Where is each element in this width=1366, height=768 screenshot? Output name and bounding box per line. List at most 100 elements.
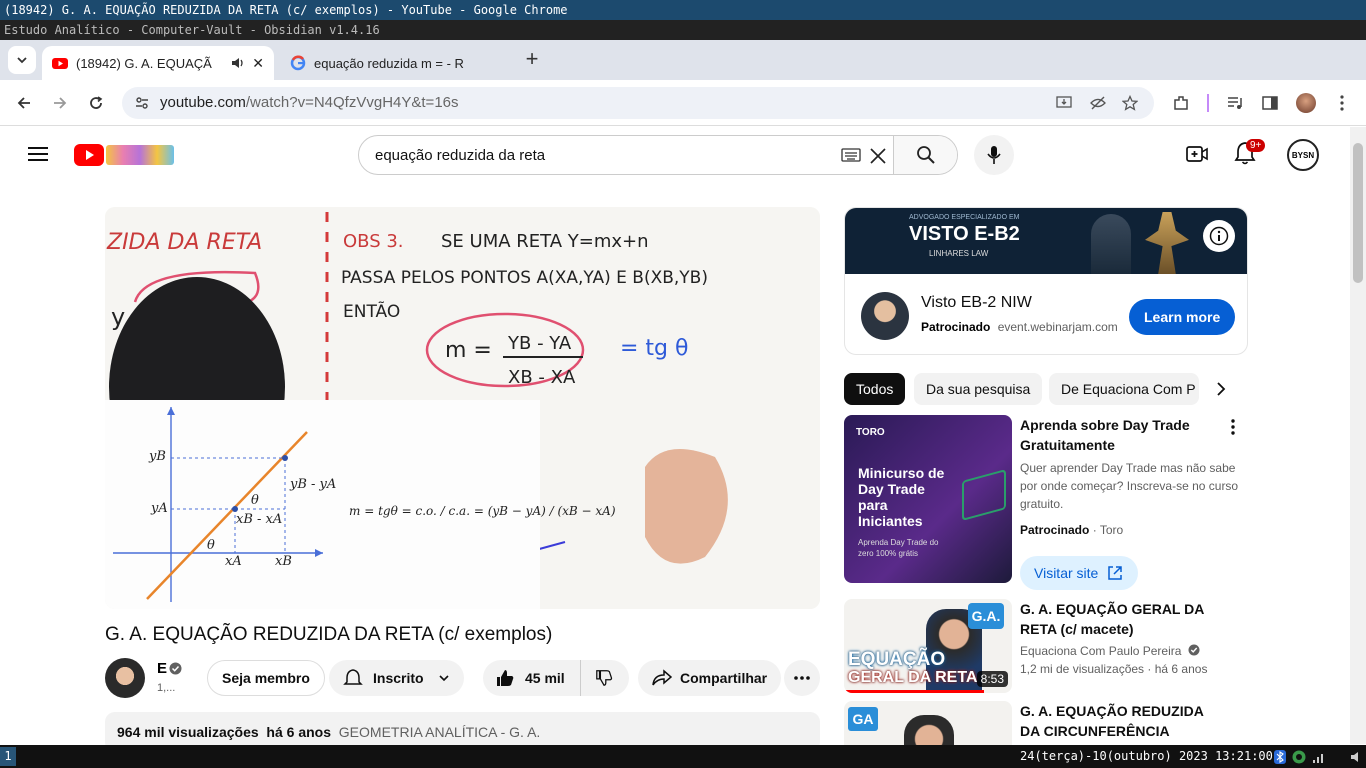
thumbs-down-icon bbox=[596, 670, 613, 686]
clear-search-icon[interactable] bbox=[869, 147, 887, 165]
visit-site-button[interactable]: Visitar site bbox=[1020, 556, 1139, 590]
thumb-badge: G.A. bbox=[968, 603, 1004, 629]
chip-all[interactable]: Todos bbox=[844, 373, 906, 405]
star-icon[interactable] bbox=[1122, 95, 1138, 111]
tab-youtube[interactable]: (18942) G. A. EQUAÇÃ ✕ bbox=[42, 46, 274, 80]
close-tab-icon[interactable]: ✕ bbox=[252, 55, 264, 72]
thumb-text2: GERAL DA RETA bbox=[848, 669, 978, 686]
rec-channel[interactable]: Equaciona Com Paulo Pereira bbox=[1020, 644, 1181, 658]
diagram-xB: xB bbox=[275, 554, 292, 569]
url-host: youtube.com bbox=[160, 94, 246, 111]
share-label: Compartilhar bbox=[680, 670, 768, 686]
window-title: (18942) G. A. EQUAÇÃO REDUZIDA DA RETA (… bbox=[0, 0, 1366, 20]
new-tab-button[interactable]: + bbox=[520, 48, 544, 72]
speaker-icon[interactable] bbox=[230, 55, 246, 71]
chevron-down-icon bbox=[17, 57, 27, 64]
rec-item[interactable]: GA G. A. EQUAÇÃO REDUZIDA DA CIRCUNFERÊN… bbox=[844, 701, 1248, 745]
reload-icon bbox=[90, 96, 103, 109]
info-icon bbox=[1209, 226, 1229, 246]
signal-icon[interactable] bbox=[1312, 750, 1326, 764]
channel-name[interactable]: E bbox=[157, 660, 167, 677]
side-panel-icon[interactable] bbox=[1261, 94, 1279, 112]
diagram-formula: m = tgθ = c.o. / c.a. = (yB − yA) / (xB … bbox=[349, 504, 616, 518]
more-horizontal-icon bbox=[794, 676, 810, 680]
scrollbar-thumb[interactable] bbox=[1353, 143, 1363, 283]
watch-progress bbox=[844, 690, 984, 693]
playlist-link[interactable]: GEOMETRIA ANALÍTICA - G. A. bbox=[339, 724, 541, 740]
volume-icon[interactable] bbox=[1350, 750, 1362, 764]
video-frame: ZIDA DA RETA OBS 3. SE UMA RETA Y=mx+n P… bbox=[105, 207, 820, 609]
profile-avatar[interactable] bbox=[1296, 93, 1316, 113]
system-clock: 24(terça)-10(outubro) 2023 13:21:00 bbox=[1020, 749, 1273, 763]
create-video-icon[interactable] bbox=[1186, 144, 1208, 164]
more-vertical-icon[interactable] bbox=[1231, 419, 1235, 435]
address-bar[interactable]: youtube.com/watch?v=N4QfzVvgH4Y&t=16s bbox=[122, 87, 1154, 119]
owner-row: E 1,... Seja membro Inscrito 45 mil Comp… bbox=[105, 656, 820, 700]
rec-thumbnail[interactable]: GA bbox=[844, 701, 1012, 745]
forward-button[interactable] bbox=[48, 91, 72, 115]
doodle-logo bbox=[106, 145, 174, 165]
chevron-right-icon[interactable] bbox=[1214, 381, 1228, 397]
rec-thumbnail[interactable]: TORO Minicurso de Day Trade para Inician… bbox=[844, 415, 1012, 583]
rec-item-ad[interactable]: TORO Minicurso de Day Trade para Inician… bbox=[844, 415, 1248, 591]
board-frac-num: YB - YA bbox=[507, 333, 572, 354]
dislike-button[interactable] bbox=[581, 660, 627, 696]
eye-off-icon[interactable] bbox=[1090, 95, 1106, 111]
share-button[interactable]: Compartilhar bbox=[638, 660, 782, 696]
arrow-left-icon bbox=[17, 97, 30, 109]
notifications-button[interactable]: 9+ bbox=[1234, 139, 1266, 169]
chip-from-search[interactable]: Da sua pesquisa bbox=[914, 373, 1043, 405]
youtube-header: equação reduzida da reta 9+ BYSN bbox=[0, 127, 1350, 183]
media-control-icon[interactable] bbox=[1226, 94, 1244, 112]
workspace-indicator[interactable]: 1 bbox=[0, 747, 16, 766]
bluetooth-icon[interactable] bbox=[1274, 750, 1286, 764]
page-scrollbar[interactable] bbox=[1350, 127, 1366, 744]
tab-google[interactable]: equação reduzida m = - R bbox=[280, 46, 512, 80]
keyboard-icon[interactable] bbox=[841, 148, 861, 162]
like-button[interactable]: 45 mil bbox=[483, 660, 581, 696]
url-text[interactable]: youtube.com/watch?v=N4QfzVvgH4Y&t=16s bbox=[160, 94, 459, 111]
ad-domain: event.webinarjam.com bbox=[997, 320, 1117, 334]
back-button[interactable] bbox=[12, 91, 36, 115]
kebab-menu-icon[interactable] bbox=[1333, 94, 1351, 112]
rec-title[interactable]: Aprenda sobre Day Trade Gratuitamente bbox=[1020, 415, 1230, 455]
board-frac-den: XB - XA bbox=[508, 367, 576, 388]
rec-title[interactable]: G. A. EQUAÇÃO REDUZIDA DA CIRCUNFERÊNCIA bbox=[1020, 701, 1220, 741]
channel-avatar[interactable] bbox=[105, 658, 145, 698]
diagram-xA: xA bbox=[225, 554, 242, 569]
ad-card[interactable]: ADVOGADO ESPECIALIZADO EM VISTO E-B2 LIN… bbox=[844, 207, 1248, 355]
more-actions-button[interactable] bbox=[784, 660, 820, 696]
ad-title[interactable]: Visto EB-2 NIW bbox=[921, 294, 1032, 312]
video-player[interactable]: ZIDA DA RETA OBS 3. SE UMA RETA Y=mx+n P… bbox=[105, 207, 820, 609]
ad-info-button[interactable] bbox=[1203, 220, 1235, 252]
rec-title[interactable]: G. A. EQUAÇÃO GERAL DA RETA (c/ macete) bbox=[1020, 599, 1220, 639]
video-duration: 8:53 bbox=[976, 671, 1008, 687]
join-button[interactable]: Seja membro bbox=[207, 660, 325, 696]
share-icon bbox=[652, 669, 672, 686]
reload-button[interactable] bbox=[84, 91, 108, 115]
board-line2: PASSA PELOS PONTOS A(XA,YA) E B(XB,YB) bbox=[341, 268, 708, 288]
extensions-icon[interactable] bbox=[1172, 94, 1190, 112]
rec-item[interactable]: G.A. EQUAÇÃO GERAL DA RETA 8:53 G. A. EQ… bbox=[844, 599, 1248, 693]
window-subtitle: Estudo Analítico - Computer-Vault - Obsi… bbox=[0, 20, 1366, 40]
site-settings-icon[interactable] bbox=[134, 95, 150, 111]
voice-search-button[interactable] bbox=[974, 135, 1014, 175]
ad-banner[interactable]: ADVOGADO ESPECIALIZADO EM VISTO E-B2 LIN… bbox=[845, 208, 1247, 274]
toolbar-divider bbox=[1207, 94, 1209, 112]
search-button[interactable] bbox=[893, 136, 957, 174]
search-input[interactable]: equação reduzida da reta bbox=[375, 147, 545, 164]
install-app-icon[interactable] bbox=[1056, 95, 1072, 111]
tab-search-button[interactable] bbox=[8, 46, 36, 74]
youtube-logo[interactable] bbox=[74, 144, 174, 166]
ad-cta-button[interactable]: Learn more bbox=[1129, 299, 1236, 335]
account-avatar[interactable]: BYSN bbox=[1287, 139, 1319, 171]
rec-thumbnail[interactable]: G.A. EQUAÇÃO GERAL DA RETA 8:53 bbox=[844, 599, 1012, 693]
rec-sponsored: Patrocinado bbox=[1020, 523, 1090, 537]
hamburger-menu-icon[interactable] bbox=[28, 146, 48, 162]
thumb-chart bbox=[962, 469, 1006, 521]
search-box[interactable]: equação reduzida da reta bbox=[358, 135, 958, 175]
chip-channel[interactable]: De Equaciona Com P bbox=[1049, 373, 1199, 405]
app-tray-icon[interactable] bbox=[1292, 750, 1306, 764]
subscribed-button[interactable]: Inscrito bbox=[329, 660, 464, 696]
system-statusbar: 1 24(terça)-10(outubro) 2023 13:21:00 bbox=[0, 745, 1366, 768]
